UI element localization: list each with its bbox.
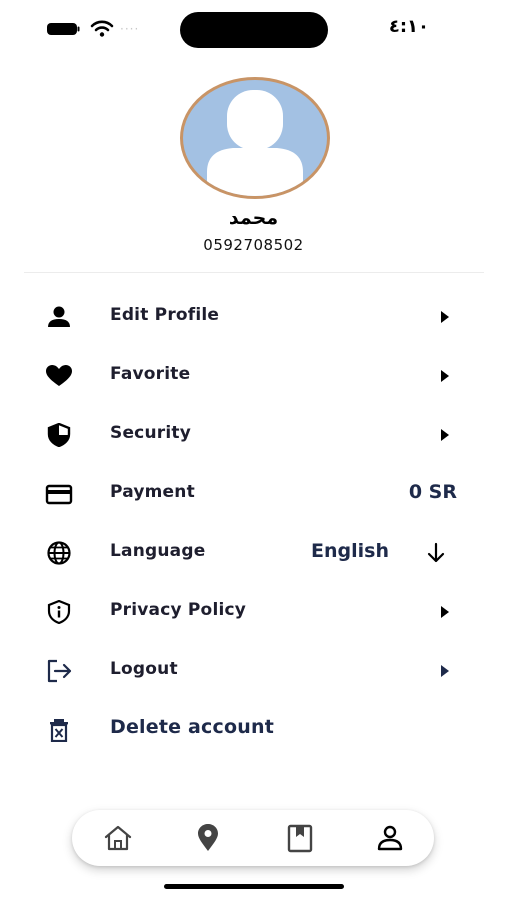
person-icon: [48, 306, 70, 327]
menu-label-delete-account: Delete account: [110, 716, 274, 738]
menu-item-edit-profile[interactable]: Edit Profile: [0, 292, 507, 342]
home-indicator: [164, 884, 344, 889]
globe-icon: [47, 541, 71, 565]
payment-balance: 0 SR: [408, 481, 457, 503]
bookmark-icon[interactable]: [284, 822, 316, 854]
home-icon[interactable]: [102, 822, 134, 854]
trash-icon: [50, 719, 68, 742]
profile-phone: 0592708502: [203, 236, 304, 254]
menu-item-security[interactable]: Security: [0, 410, 507, 460]
logout-icon: [47, 659, 72, 683]
menu-item-language[interactable]: Language English: [0, 528, 507, 578]
info-shield-icon: [47, 600, 71, 624]
menu-label-language: Language: [110, 541, 206, 561]
menu-label-favorite: Favorite: [110, 364, 191, 384]
chevron-right-icon: [441, 665, 449, 677]
bottom-nav: [72, 810, 434, 866]
menu-item-delete-account[interactable]: Delete account: [0, 705, 507, 755]
heart-icon: [46, 365, 72, 386]
status-bar: ···· ٤:١٠: [0, 0, 507, 60]
menu-label-privacy-policy: Privacy Policy: [110, 600, 247, 620]
chevron-right-icon: [441, 606, 449, 618]
chevron-right-icon: [441, 311, 449, 323]
dynamic-island: [180, 12, 328, 48]
language-value: English: [311, 540, 389, 562]
menu-item-favorite[interactable]: Favorite: [0, 351, 507, 401]
profile-name: محمد: [228, 207, 279, 229]
menu-item-payment[interactable]: Payment 0 SR: [0, 469, 507, 519]
menu-label-security: Security: [110, 423, 191, 443]
divider: [24, 272, 484, 273]
menu-item-privacy-policy[interactable]: Privacy Policy: [0, 587, 507, 637]
menu-label-logout: Logout: [110, 659, 178, 679]
avatar-placeholder-icon: [207, 90, 303, 196]
status-time: ٤:١٠: [388, 16, 429, 37]
credit-card-icon: [45, 484, 73, 505]
profile-icon[interactable]: [374, 822, 406, 854]
avatar[interactable]: [180, 77, 330, 199]
menu-label-payment: Payment: [110, 482, 195, 502]
wifi-icon: [90, 20, 114, 37]
menu-label-edit-profile: Edit Profile: [110, 305, 220, 325]
battery-icon: [47, 23, 80, 35]
location-pin-icon[interactable]: [192, 822, 224, 854]
chevron-right-icon: [441, 370, 449, 382]
chevron-right-icon: [441, 429, 449, 441]
menu-item-logout[interactable]: Logout: [0, 646, 507, 696]
signal-dots: ····: [120, 22, 140, 36]
arrow-down-icon[interactable]: [425, 541, 447, 565]
shield-icon: [47, 423, 71, 447]
